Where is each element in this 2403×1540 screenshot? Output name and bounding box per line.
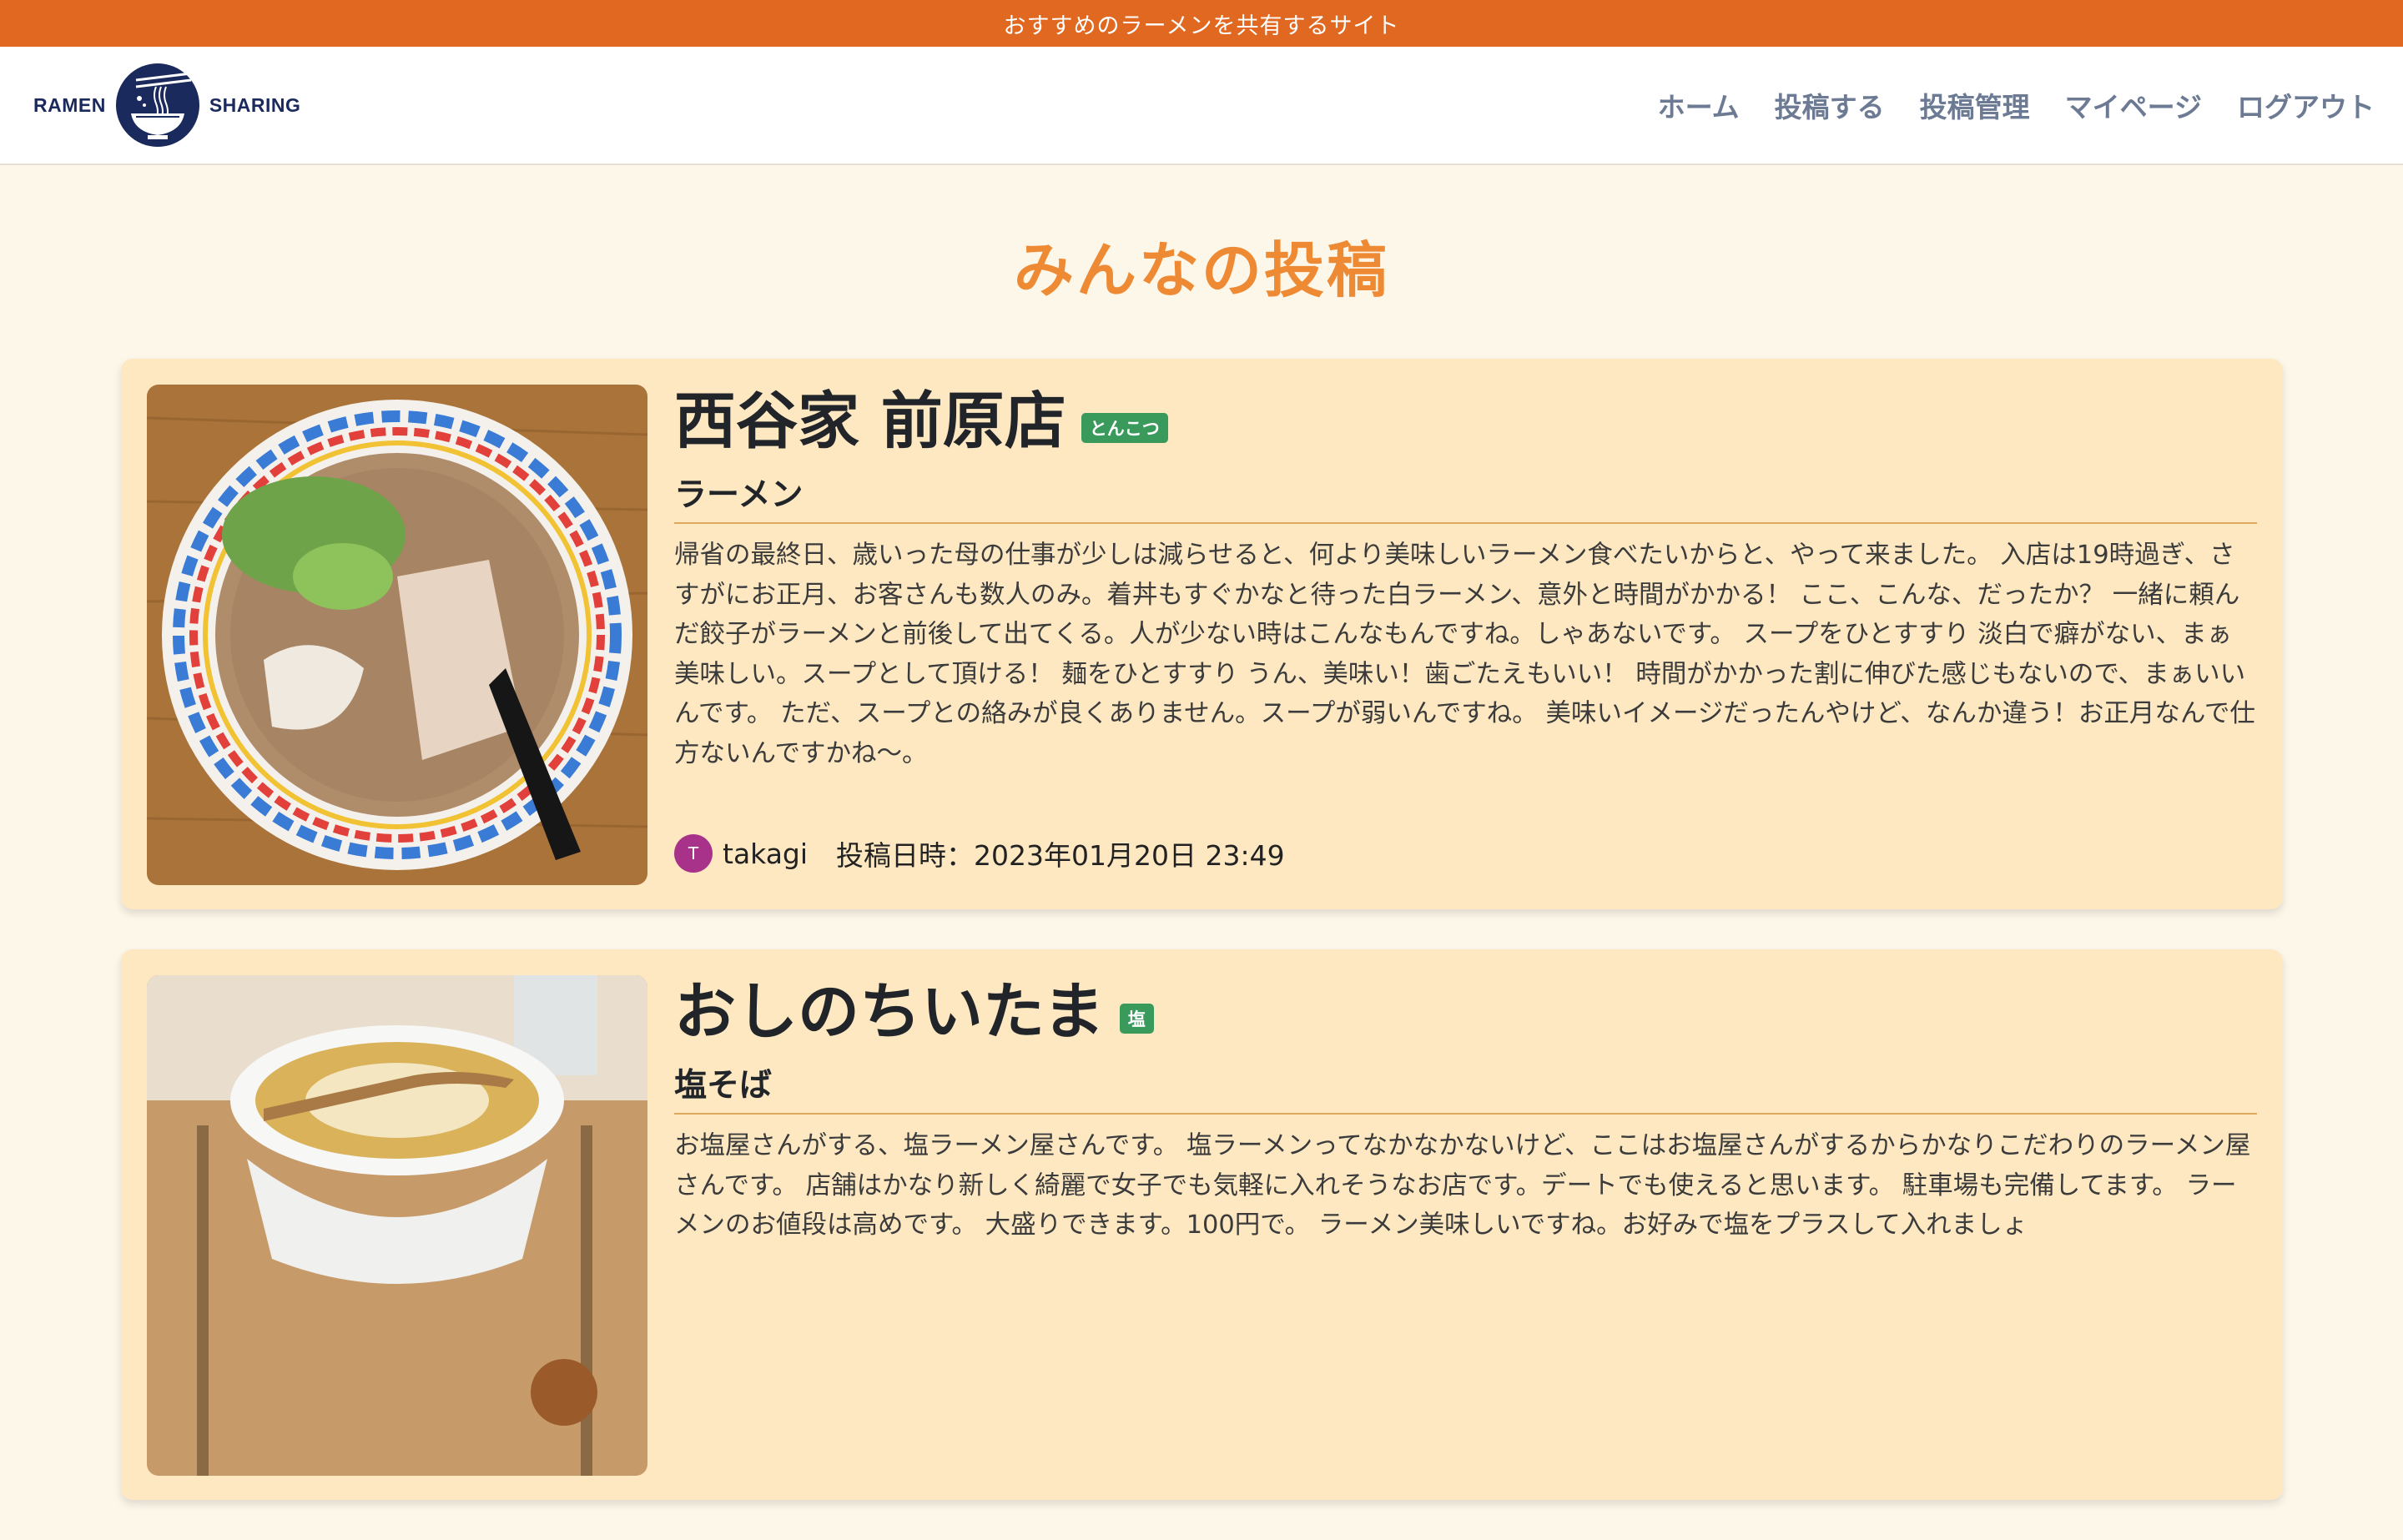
- avatar[interactable]: T: [674, 834, 713, 873]
- nav-manage-posts-link[interactable]: 投稿管理: [1920, 85, 2030, 125]
- page-title: みんなの投稿: [1013, 235, 1389, 305]
- navbar: RAMEN SHARING ホーム 投稿する 投稿管理 マイページ ログアウト: [0, 47, 2403, 165]
- post-content: おしのちいたま 塩 塩そば お塩屋さんがする、塩ラーメン屋さんです。 塩ラーメン…: [674, 975, 2257, 1474]
- brand-text-left: RAMEN: [33, 93, 106, 116]
- post-meta: T takagi 投稿日時：2023年01月20日 23:49: [674, 833, 2257, 873]
- main-nav: ホーム 投稿する 投稿管理 マイページ ログアウト: [1658, 85, 2375, 125]
- nav-mypage-link[interactable]: マイページ: [2065, 85, 2202, 125]
- soup-tag-badge: 塩: [1119, 1003, 1154, 1034]
- post-author[interactable]: takagi: [723, 838, 808, 870]
- ramen-photo-shio[interactable]: [147, 975, 647, 1476]
- site-tagline: おすすめのラーメンを共有するサイト: [1003, 13, 1400, 39]
- post-date: 投稿日時：2023年01月20日 23:49: [836, 839, 1285, 872]
- soup-tag-badge: とんこつ: [1081, 412, 1168, 443]
- shop-name[interactable]: 西谷家 前原店: [674, 387, 1066, 455]
- nav-post-link[interactable]: 投稿する: [1775, 85, 1885, 125]
- nav-logout-link[interactable]: ログアウト: [2237, 85, 2375, 125]
- nav-home-link[interactable]: ホーム: [1658, 85, 1740, 125]
- post-list: 西谷家 前原店 とんこつ ラーメン 帰省の最終日、歳いった母の仕事が少しは減らせ…: [121, 359, 2283, 1540]
- site-tagline-bar: おすすめのラーメンを共有するサイト: [0, 0, 2403, 47]
- post-card[interactable]: 西谷家 前原店 とんこつ ラーメン 帰省の最終日、歳いった母の仕事が少しは減らせ…: [121, 359, 2283, 909]
- ramen-bowl-logo-icon: [115, 63, 199, 147]
- brand-text-right: SHARING: [209, 93, 301, 116]
- menu-name: 塩そば: [674, 1059, 2257, 1115]
- post-content: 西谷家 前原店 とんこつ ラーメン 帰省の最終日、歳いった母の仕事が少しは減らせ…: [674, 385, 2257, 883]
- post-body: 帰省の最終日、歳いった母の仕事が少しは減らせると、何より美味しいラーメン食べたい…: [674, 541, 2255, 768]
- post-card[interactable]: おしのちいたま 塩 塩そば お塩屋さんがする、塩ラーメン屋さんです。 塩ラーメン…: [121, 949, 2283, 1500]
- post-header: 西谷家 前原店 とんこつ: [674, 387, 2257, 455]
- menu-name: ラーメン: [674, 469, 2257, 525]
- shop-name[interactable]: おしのちいたま: [674, 978, 1105, 1046]
- brand-logo[interactable]: RAMEN SHARING: [33, 62, 300, 148]
- post-header: おしのちいたま 塩: [674, 978, 2257, 1046]
- ramen-photo-tonkotsu[interactable]: [147, 385, 647, 885]
